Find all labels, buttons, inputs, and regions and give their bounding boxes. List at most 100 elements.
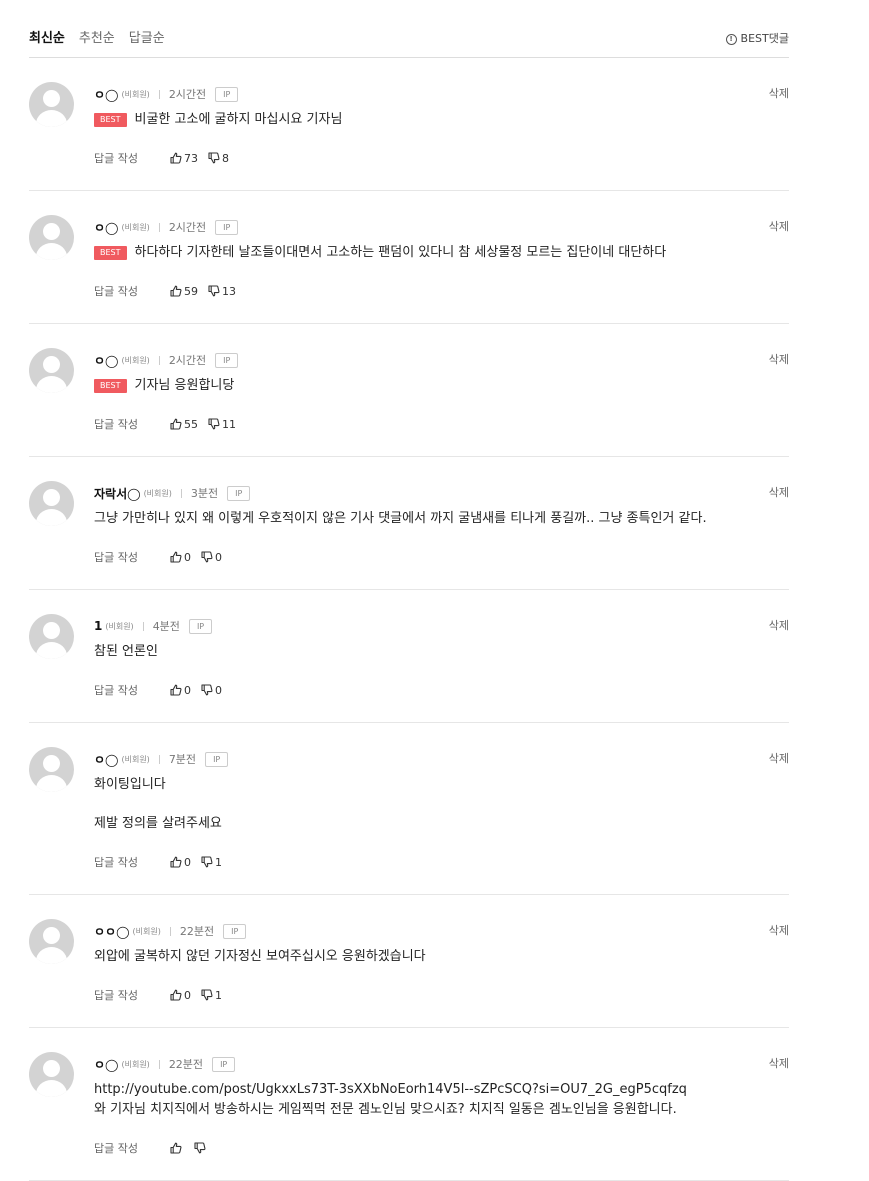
comment-meta: ㅇ◯ (비회원) 22분전 IP: [94, 1055, 789, 1073]
sort-tabs: 최신순 추천순 답글순: [29, 30, 165, 48]
avatar-body-shape: [36, 1080, 67, 1097]
reply-button[interactable]: 답글 작성: [94, 150, 138, 166]
comment-actions: 답글 작성 0 0: [94, 682, 789, 698]
like-button[interactable]: 59: [170, 285, 198, 298]
meta-divider: [158, 355, 160, 365]
comment-item: ㅇ◯ (비회원) 2시간전 IP BEST 비굴한 고소에 굴하지 마십시요 기자…: [29, 58, 789, 191]
comment-paragraph: BEST 비굴한 고소에 굴하지 마십시요 기자님: [94, 111, 789, 129]
ip-badge: IP: [223, 923, 247, 939]
reply-button[interactable]: 답글 작성: [94, 682, 138, 698]
like-button[interactable]: [170, 1142, 184, 1154]
reply-button[interactable]: 답글 작성: [94, 549, 138, 565]
delete-button[interactable]: 삭제: [769, 351, 789, 369]
reply-button[interactable]: 답글 작성: [94, 854, 138, 870]
comment-paragraph-text: 참된 언론인: [94, 644, 158, 659]
dislike-button[interactable]: 8: [208, 152, 229, 165]
thumbs-up-icon: [170, 856, 182, 868]
comment-actions: 답글 작성 0 0: [94, 549, 789, 565]
comment-content: 1 (비회원) 4분전 IP 참된 언론인 답글 작성 0 0: [94, 590, 789, 698]
dislike-count: 1: [214, 855, 222, 869]
comment-paragraph: BEST 하다하다 기자한테 날조들이대면서 고소하는 팬덤이 있다니 참 세상물…: [94, 244, 789, 262]
reply-button[interactable]: 답글 작성: [94, 416, 138, 432]
thumbs-down-icon: [201, 551, 213, 563]
ip-badge: IP: [188, 618, 213, 634]
delete-button[interactable]: 삭제: [769, 85, 789, 103]
dislike-button[interactable]: 1: [201, 856, 222, 869]
best-badge: BEST: [94, 113, 127, 127]
comment-actions: 답글 작성: [94, 1140, 789, 1156]
comment-paragraph-text: 제발 정의를 살려주세요: [94, 816, 222, 831]
like-button[interactable]: 0: [170, 684, 191, 697]
dislike-count: 0: [214, 683, 222, 697]
dislike-button[interactable]: [194, 1142, 208, 1154]
thumbs-up-icon: [170, 684, 182, 696]
dislike-button[interactable]: 0: [201, 684, 222, 697]
dislike-button[interactable]: 1: [201, 989, 222, 1002]
comment-paragraph: 화이팅입니다: [94, 776, 789, 794]
comment-list: ㅇ◯ (비회원) 2시간전 IP BEST 비굴한 고소에 굴하지 마십시요 기자…: [29, 58, 789, 1181]
avatar-body-shape: [36, 947, 67, 964]
thumbs-down-icon: [201, 684, 213, 696]
delete-button[interactable]: 삭제: [769, 218, 789, 236]
author-nickname: ㅇ◯: [94, 220, 119, 235]
delete-button[interactable]: 삭제: [769, 750, 789, 768]
thumbs-up-icon: [170, 989, 182, 1001]
comment-item: 1 (비회원) 4분전 IP 참된 언론인 답글 작성 0 0 삭제: [29, 590, 789, 723]
meta-divider: [169, 926, 171, 936]
dislike-button[interactable]: 11: [208, 418, 236, 431]
delete-button[interactable]: 삭제: [769, 1055, 789, 1073]
sort-tab-latest[interactable]: 최신순: [29, 30, 65, 48]
like-button[interactable]: 73: [170, 152, 198, 165]
comment-content: 자락서◯ (비회원) 3분전 IP 그냥 가만히나 있지 왜 이렇게 우호적이지…: [94, 457, 789, 565]
delete-button[interactable]: 삭제: [769, 922, 789, 940]
comment-content: ㅇ◯ (비회원) 2시간전 IP BEST 비굴한 고소에 굴하지 마십시요 기자…: [94, 58, 789, 166]
reply-button[interactable]: 답글 작성: [94, 1140, 138, 1156]
comment-content: ㅇ◯ (비회원) 22분전 IP http://youtube.com/post…: [94, 1028, 789, 1156]
like-button[interactable]: 0: [170, 856, 191, 869]
comment-section: 최신순 추천순 답글순 ! BEST댓글 ㅇ◯ (비회원) 2시간전 IP BE…: [29, 0, 789, 1181]
delete-button[interactable]: 삭제: [769, 484, 789, 502]
author-nickname: ㅇ◯: [94, 87, 119, 102]
thumbs-down-icon: [208, 418, 220, 430]
like-button[interactable]: 55: [170, 418, 198, 431]
comment-content: ㅇ◯ (비회원) 2시간전 IP BEST 하다하다 기자한테 날조들이대면서 고…: [94, 191, 789, 299]
comment-paragraph: http://youtube.com/post/UgkxxLs73T-3sXXb…: [94, 1081, 789, 1099]
reply-button[interactable]: 답글 작성: [94, 987, 138, 1003]
comment-paragraph: 제발 정의를 살려주세요: [94, 815, 789, 833]
like-count: 73: [183, 151, 198, 165]
meta-divider: [158, 89, 160, 99]
comment-paragraph: 외압에 굴복하지 않던 기자정신 보여주십시오 응원하겠습니다: [94, 948, 789, 966]
author-nickname: 1: [94, 619, 103, 633]
comment-meta: 자락서◯ (비회원) 3분전 IP: [94, 484, 789, 502]
comment-paragraph-text: http://youtube.com/post/UgkxxLs73T-3sXXb…: [94, 1082, 687, 1097]
comment-text: http://youtube.com/post/UgkxxLs73T-3sXXb…: [94, 1081, 789, 1119]
avatar-head-shape: [43, 927, 60, 944]
reply-button[interactable]: 답글 작성: [94, 283, 138, 299]
dislike-button[interactable]: 0: [201, 551, 222, 564]
meta-divider: [158, 1059, 160, 1069]
comment-actions: 답글 작성 59 13: [94, 283, 789, 299]
member-status: (비회원): [143, 488, 172, 498]
meta-divider: [158, 754, 160, 764]
like-button[interactable]: 0: [170, 989, 191, 1002]
sort-bar: 최신순 추천순 답글순 ! BEST댓글: [29, 0, 789, 58]
thumbs-up-icon: [170, 152, 182, 164]
comment-content: ㅇㅇ◯ (비회원) 22분전 IP 외압에 굴복하지 않던 기자정신 보여주십시…: [94, 895, 789, 1003]
like-button[interactable]: 0: [170, 551, 191, 564]
sort-tab-recommended[interactable]: 추천순: [79, 30, 115, 48]
dislike-button[interactable]: 13: [208, 285, 236, 298]
comment-timestamp: 22분전: [179, 925, 215, 938]
like-count: 0: [183, 683, 191, 697]
comment-timestamp: 2시간전: [168, 88, 207, 101]
sort-tab-replies[interactable]: 답글순: [129, 30, 165, 48]
avatar-head-shape: [43, 622, 60, 639]
avatar-body-shape: [36, 775, 67, 792]
best-badge: BEST: [94, 379, 127, 393]
ip-badge: IP: [215, 219, 239, 235]
best-comments-toggle[interactable]: ! BEST댓글: [725, 31, 789, 47]
comment-timestamp: 22분전: [168, 1058, 204, 1071]
delete-button[interactable]: 삭제: [769, 617, 789, 635]
like-count: 0: [183, 550, 191, 564]
thumbs-up-icon: [170, 1142, 182, 1154]
comment-actions: 답글 작성 55 11: [94, 416, 789, 432]
